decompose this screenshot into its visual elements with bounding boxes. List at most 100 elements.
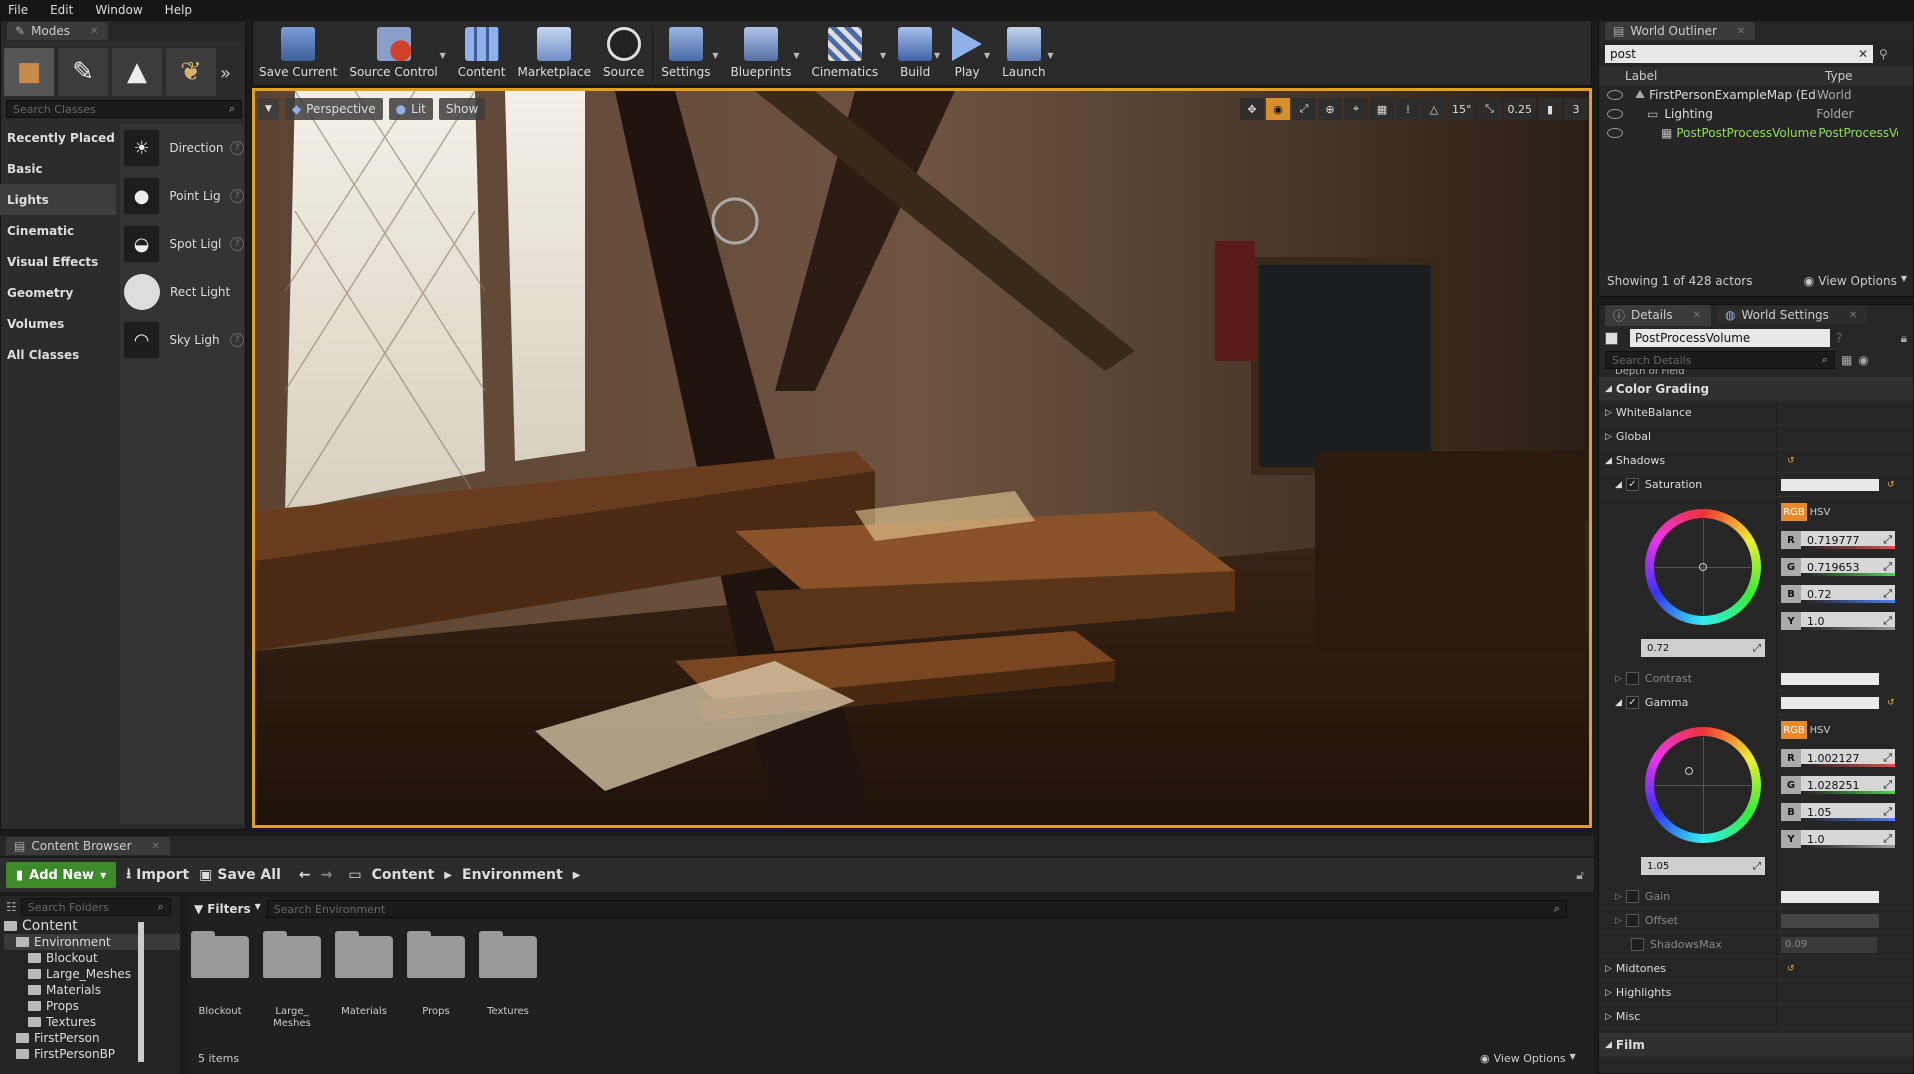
white-balance-row[interactable]: ▷ WhiteBalance [1599,401,1913,425]
wheel-handle[interactable] [1685,767,1693,775]
build-button[interactable]: Build ▼ [892,21,940,85]
asset-folder[interactable]: Props [407,931,465,1030]
gain-swatch[interactable] [1781,890,1879,903]
grid-snap-icon[interactable]: ▦ [1370,98,1394,120]
close-icon[interactable]: ✕ [1693,310,1701,321]
foliage-mode-icon[interactable]: ❦ [166,48,216,96]
category-geometry[interactable]: Geometry [0,277,116,308]
shadows-max-checkbox[interactable] [1631,938,1644,951]
rgb-tab[interactable]: RGB [1781,721,1807,739]
search-folders-input[interactable]: Search Folders ⌕ [20,898,171,916]
gain-checkbox[interactable] [1625,890,1639,903]
filters-button[interactable]: ▼ Filters ▼ [194,902,261,916]
source-button[interactable]: Source [597,21,650,85]
translate-icon[interactable]: ✥ [1240,98,1264,120]
level-viewport[interactable] [252,88,1592,828]
depth-of-field-row[interactable]: Depth of Field [1599,369,1913,377]
help-icon[interactable]: ? [230,333,245,347]
view-options-button[interactable]: ◉ View Options ▼ [1480,1052,1576,1065]
world-outliner-tab[interactable]: ▤ World Outliner ✕ [1605,22,1756,40]
search-details-input[interactable]: Search Details ⌕ [1605,351,1835,369]
tree-scrollbar[interactable] [138,922,144,1062]
help-icon[interactable]: ? [1836,331,1842,345]
lock-icon[interactable]: 🔓︎ [1576,868,1584,883]
source-control-button[interactable]: Source Control ▼ [343,21,446,85]
shadows-row[interactable]: ◢ Shadows ↺ [1599,449,1913,473]
add-new-button[interactable]: ▮ Add New ▼ [6,862,117,888]
reset-icon[interactable]: ↺ [1887,698,1895,708]
film-section[interactable]: ◢ Film [1599,1033,1913,1057]
category-lights[interactable]: Lights [0,184,116,215]
camera-speed-value[interactable]: 3 [1564,98,1588,120]
tree-item[interactable]: FirstPerson [4,1030,180,1046]
close-icon[interactable]: ✕ [1737,26,1745,37]
close-icon[interactable]: ✕ [1849,310,1857,321]
rotate-icon[interactable]: ◉ [1266,98,1290,120]
forward-button[interactable]: → [321,867,333,883]
asset-folder[interactable]: Large_ Meshes [263,931,321,1030]
saturation-row[interactable]: ◢ ✓ Saturation ↺ [1599,473,1913,497]
gamma-swatch[interactable] [1781,696,1879,709]
category-visual-effects[interactable]: Visual Effects [0,246,116,277]
channel-g-field[interactable]: G 0.719653 ⤢ [1781,558,1895,576]
content-button[interactable]: Content [452,21,512,85]
object-name-input[interactable]: PostProcessVolume [1630,329,1830,347]
category-basic[interactable]: Basic [0,153,116,184]
asset-folder[interactable]: Textures [479,931,537,1030]
midtones-row[interactable]: ▷ Midtones ↺ [1599,957,1913,981]
details-tab[interactable]: ⓘ Details ✕ [1605,304,1712,326]
channel-r-field[interactable]: R 1.002127 ⤢ [1781,749,1895,767]
tree-item[interactable]: Blockout [4,950,180,966]
color-grading-section[interactable]: ◢ Color Grading [1599,377,1913,401]
tree-item[interactable]: Environment [4,934,180,950]
tree-item[interactable]: Materials [4,982,180,998]
tree-item[interactable]: FirstPersonBP [4,1046,180,1062]
help-icon[interactable]: ? [230,141,245,155]
play-button[interactable]: Play ▼ [946,21,990,85]
menu-help[interactable]: Help [165,3,192,17]
gamma-value-field[interactable]: 1.05 ⤢ [1641,857,1765,875]
save-all-button[interactable]: ▣ Save All [199,867,281,883]
channel-y-field[interactable]: Y 1.0 ⤢ [1781,830,1895,848]
category-volumes[interactable]: Volumes [0,308,116,339]
chevron-down-icon[interactable]: ▼ [793,51,799,60]
outliner-row[interactable]: ⛰ FirstPersonExampleMap (Edito World [1599,85,1913,104]
surface-snap-icon[interactable]: ⌖ [1344,98,1368,120]
search-classes-input[interactable]: Search Classes ⌕ [6,100,242,118]
scale-snap-value[interactable]: 0.25 [1503,98,1536,120]
chevron-down-icon[interactable]: ▼ [880,51,886,60]
gain-row[interactable]: ▷ Gain [1599,885,1913,909]
scale-icon[interactable]: ⤢ [1292,98,1316,120]
category-all-classes[interactable]: All Classes [0,339,116,370]
menu-file[interactable]: File [8,3,28,17]
clear-search-icon[interactable]: ✕ [1858,47,1868,61]
rotation-snap-icon[interactable]: △ [1422,98,1446,120]
gamma-checkbox[interactable]: ✓ [1625,696,1639,709]
reset-icon[interactable]: ↺ [1787,964,1795,974]
global-row[interactable]: ▷ Global [1599,425,1913,449]
more-modes-icon[interactable]: » [220,48,231,98]
marketplace-button[interactable]: Marketplace [511,21,597,85]
chevron-down-icon[interactable]: ▼ [440,51,446,60]
wheel-handle[interactable] [1699,563,1707,571]
tree-item[interactable]: Content [4,918,180,934]
contrast-swatch[interactable] [1781,672,1879,685]
perspective-button[interactable]: ◆ Perspective [284,98,383,120]
category-cinematic[interactable]: Cinematic [0,215,116,246]
close-icon[interactable]: ✕ [90,26,98,37]
rgb-tab[interactable]: RGB [1781,503,1807,521]
saturation-swatch[interactable] [1781,478,1879,491]
import-button[interactable]: ⭳ Import [126,863,189,887]
contrast-row[interactable]: ▷ Contrast [1599,667,1913,691]
content-browser-tab[interactable]: ▤ Content Browser ✕ [6,837,170,855]
cinematics-button[interactable]: Cinematics ▼ [805,21,886,85]
pin-icon[interactable]: ⚲ [1879,47,1888,61]
blueprints-button[interactable]: Blueprints ▼ [724,21,799,85]
label-column-header[interactable]: Label [1625,69,1825,83]
list-item-spot-light[interactable]: ◒ Spot Ligl ? [120,220,245,268]
reset-icon[interactable]: ↺ [1787,456,1795,466]
outliner-row[interactable]: ▭ Lighting Folder [1599,104,1913,123]
chevron-down-icon[interactable]: ▼ [934,51,940,60]
back-button[interactable]: ← [299,867,311,883]
show-button[interactable]: Show [438,98,486,120]
